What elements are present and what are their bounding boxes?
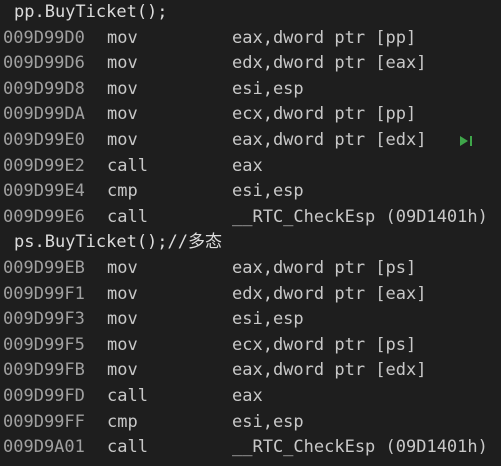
disassembly-line[interactable]: 009D99E0 mov eax,dword ptr [edx] [0,128,501,154]
instruction-address: 009D99EB [3,257,85,278]
instruction-mnemonic: mov [107,360,138,381]
instruction-operands: ecx,dword ptr [pp] [232,104,417,125]
disassembly-line[interactable]: 009D99FB mov eax,dword ptr [edx] [0,358,501,384]
instruction-address: 009D99D6 [3,53,85,74]
instruction-address: 009D99FD [3,385,85,406]
instruction-address: 009D99FB [3,360,85,381]
instruction-mnemonic: cmp [107,181,138,202]
disassembly-line[interactable]: 009D99EB mov eax,dword ptr [ps] [0,256,501,282]
instruction-operands: ecx,dword ptr [ps] [232,334,417,355]
instruction-operands: eax,dword ptr [edx] [232,129,427,150]
instruction-address: 009D99F1 [3,283,85,304]
instruction-address: 009D99E4 [3,181,85,202]
instruction-address: 009D99F5 [3,334,85,355]
instruction-operands: eax,dword ptr [pp] [232,27,417,48]
instruction-operands: __RTC_CheckEsp (09D1401h) [232,437,488,458]
disassembly-line[interactable]: 009D9A01 call __RTC_CheckEsp (09D1401h) [0,435,501,461]
instruction-operands: eax [232,385,263,406]
disassembly-line[interactable]: 009D99E2 call eax [0,154,501,180]
instruction-mnemonic: mov [107,129,138,150]
instruction-operands: esi,esp [232,181,304,202]
instruction-mnemonic: mov [107,334,138,355]
instruction-operands: esi,esp [232,411,304,432]
instruction-operands: edx,dword ptr [eax] [232,283,427,304]
source-line[interactable]: ps.BuyTicket();//多态 [0,230,501,256]
instruction-mnemonic: cmp [107,411,138,432]
disassembly-line[interactable]: 009D99F5 mov ecx,dword ptr [ps] [0,333,501,359]
disassembly-line[interactable]: 009D99D6 mov edx,dword ptr [eax] [0,51,501,77]
instruction-operands: eax,dword ptr [ps] [232,257,417,278]
instruction-address: 009D99DA [3,104,85,125]
instruction-mnemonic: call [107,155,148,176]
instruction-mnemonic: mov [107,104,138,125]
instruction-address: 009D99E0 [3,129,85,150]
disassembly-line[interactable]: 009D99E6 call __RTC_CheckEsp (09D1401h) [0,205,501,231]
disassembly-line[interactable]: 009D99F1 mov edx,dword ptr [eax] [0,282,501,308]
disassembly-line[interactable]: 009D99D8 mov esi,esp [0,77,501,103]
instruction-operands: esi,esp [232,309,304,330]
instruction-operands: eax [232,155,263,176]
instruction-mnemonic: mov [107,78,138,99]
disassembly-line[interactable]: 009D99E4 cmp esi,esp [0,179,501,205]
disassembly-line[interactable]: 009D99D0 mov eax,dword ptr [pp] [0,26,501,52]
disassembly-line[interactable]: 009D99DA mov ecx,dword ptr [pp] [0,102,501,128]
instruction-operands: esi,esp [232,78,304,99]
instruction-address: 009D99E2 [3,155,85,176]
instruction-mnemonic: call [107,437,148,458]
instruction-mnemonic: mov [107,309,138,330]
instruction-address: 009D99D0 [3,27,85,48]
instruction-operands: edx,dword ptr [eax] [232,53,427,74]
instruction-address: 009D99D8 [3,78,85,99]
instruction-mnemonic: mov [107,257,138,278]
instruction-address: 009D99E6 [3,206,85,227]
instruction-mnemonic: mov [107,53,138,74]
instruction-mnemonic: mov [107,283,138,304]
disassembly-view[interactable]: pp.BuyTicket(); 009D99D0 mov eax,dword ptr … [0,0,501,466]
instruction-operands: __RTC_CheckEsp (09D1401h) [232,206,488,227]
disassembly-line[interactable]: 009D99F3 mov esi,esp [0,307,501,333]
instruction-operands: eax,dword ptr [edx] [232,360,427,381]
instruction-address: 009D99FF [3,411,85,432]
run-to-cursor-icon[interactable] [458,134,474,148]
instruction-mnemonic: call [107,206,148,227]
source-line[interactable]: pp.BuyTicket(); [0,0,501,26]
disassembly-line[interactable]: 009D99FD call eax [0,384,501,410]
disassembly-line[interactable]: 009D99FF cmp esi,esp [0,410,501,436]
instruction-mnemonic: mov [107,27,138,48]
instruction-address: 009D9A01 [3,437,85,458]
instruction-address: 009D99F3 [3,309,85,330]
instruction-mnemonic: call [107,385,148,406]
